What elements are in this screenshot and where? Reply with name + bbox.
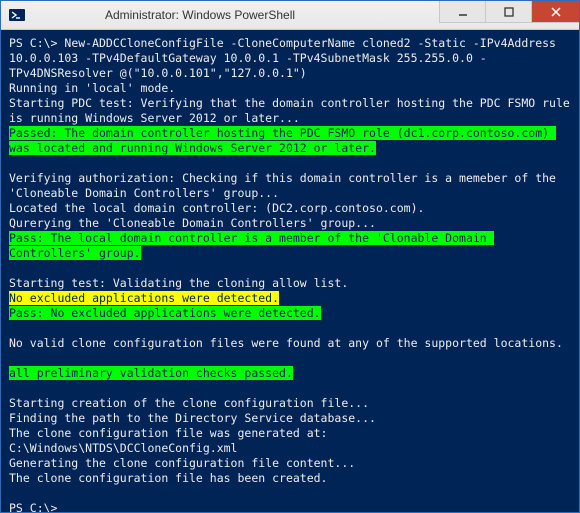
output-line: The clone configuration file was generat… — [9, 426, 571, 441]
pass-highlight: all preliminary validation checks passed… — [9, 366, 293, 380]
output-line: Running in 'local' mode. — [9, 81, 571, 96]
console-area[interactable]: PS C:\> New-ADDCCloneConfigFile -CloneCo… — [1, 30, 579, 512]
output-line: Starting test: Validating the cloning al… — [9, 276, 571, 291]
powershell-window: Administrator: Windows PowerShell PS C:\… — [0, 0, 580, 513]
blank-line — [9, 486, 571, 501]
command-line: PS C:\> New-ADDCCloneConfigFile -CloneCo… — [9, 36, 571, 81]
blank-line — [9, 321, 571, 336]
output-line: Generating the clone configuration file … — [9, 456, 571, 471]
maximize-button[interactable] — [485, 1, 531, 23]
pass-line: Pass: The local domain controller is a m… — [9, 231, 571, 261]
output-line: Verifying authorization: Checking if thi… — [9, 171, 571, 201]
titlebar[interactable]: Administrator: Windows PowerShell — [1, 1, 579, 30]
command-text: New-ADDCCloneConfigFile -CloneComputerNa… — [9, 36, 563, 80]
pass-line: Pass: No excluded applications were dete… — [9, 306, 571, 321]
output-line: Qurerying the 'Cloneable Domain Controll… — [9, 216, 571, 231]
window-title: Administrator: Windows PowerShell — [0, 8, 439, 22]
prompt-line: PS C:\> — [9, 501, 571, 512]
pass-highlight: Passed: The domain controller hosting th… — [9, 126, 556, 155]
pass-highlight: Pass: No excluded applications were dete… — [9, 306, 321, 320]
window-controls — [439, 1, 579, 29]
blank-line — [9, 381, 571, 396]
output-line: C:\Windows\NTDS\DCCloneConfig.xml — [9, 441, 571, 456]
minimize-button[interactable] — [439, 1, 485, 23]
warn-line: No excluded applications were detected. — [9, 291, 571, 306]
pass-line: all preliminary validation checks passed… — [9, 366, 571, 381]
output-line: Starting PDC test: Verifying that the do… — [9, 96, 571, 126]
blank-line — [9, 351, 571, 366]
output-line: Located the local domain controller: (DC… — [9, 201, 571, 216]
pass-line: Passed: The domain controller hosting th… — [9, 126, 571, 156]
warn-highlight: No excluded applications were detected. — [9, 291, 279, 305]
blank-line — [9, 156, 571, 171]
output-line: The clone configuration file has been cr… — [9, 471, 571, 486]
output-line: Starting creation of the clone configura… — [9, 396, 571, 411]
pass-highlight: Pass: The local domain controller is a m… — [9, 231, 494, 260]
close-button[interactable] — [531, 1, 579, 23]
blank-line — [9, 261, 571, 276]
prompt: PS C:\> — [9, 501, 64, 512]
prompt: PS C:\> — [9, 36, 64, 50]
output-line: No valid clone configuration files were … — [9, 336, 571, 351]
output-line: Finding the path to the Directory Servic… — [9, 411, 571, 426]
